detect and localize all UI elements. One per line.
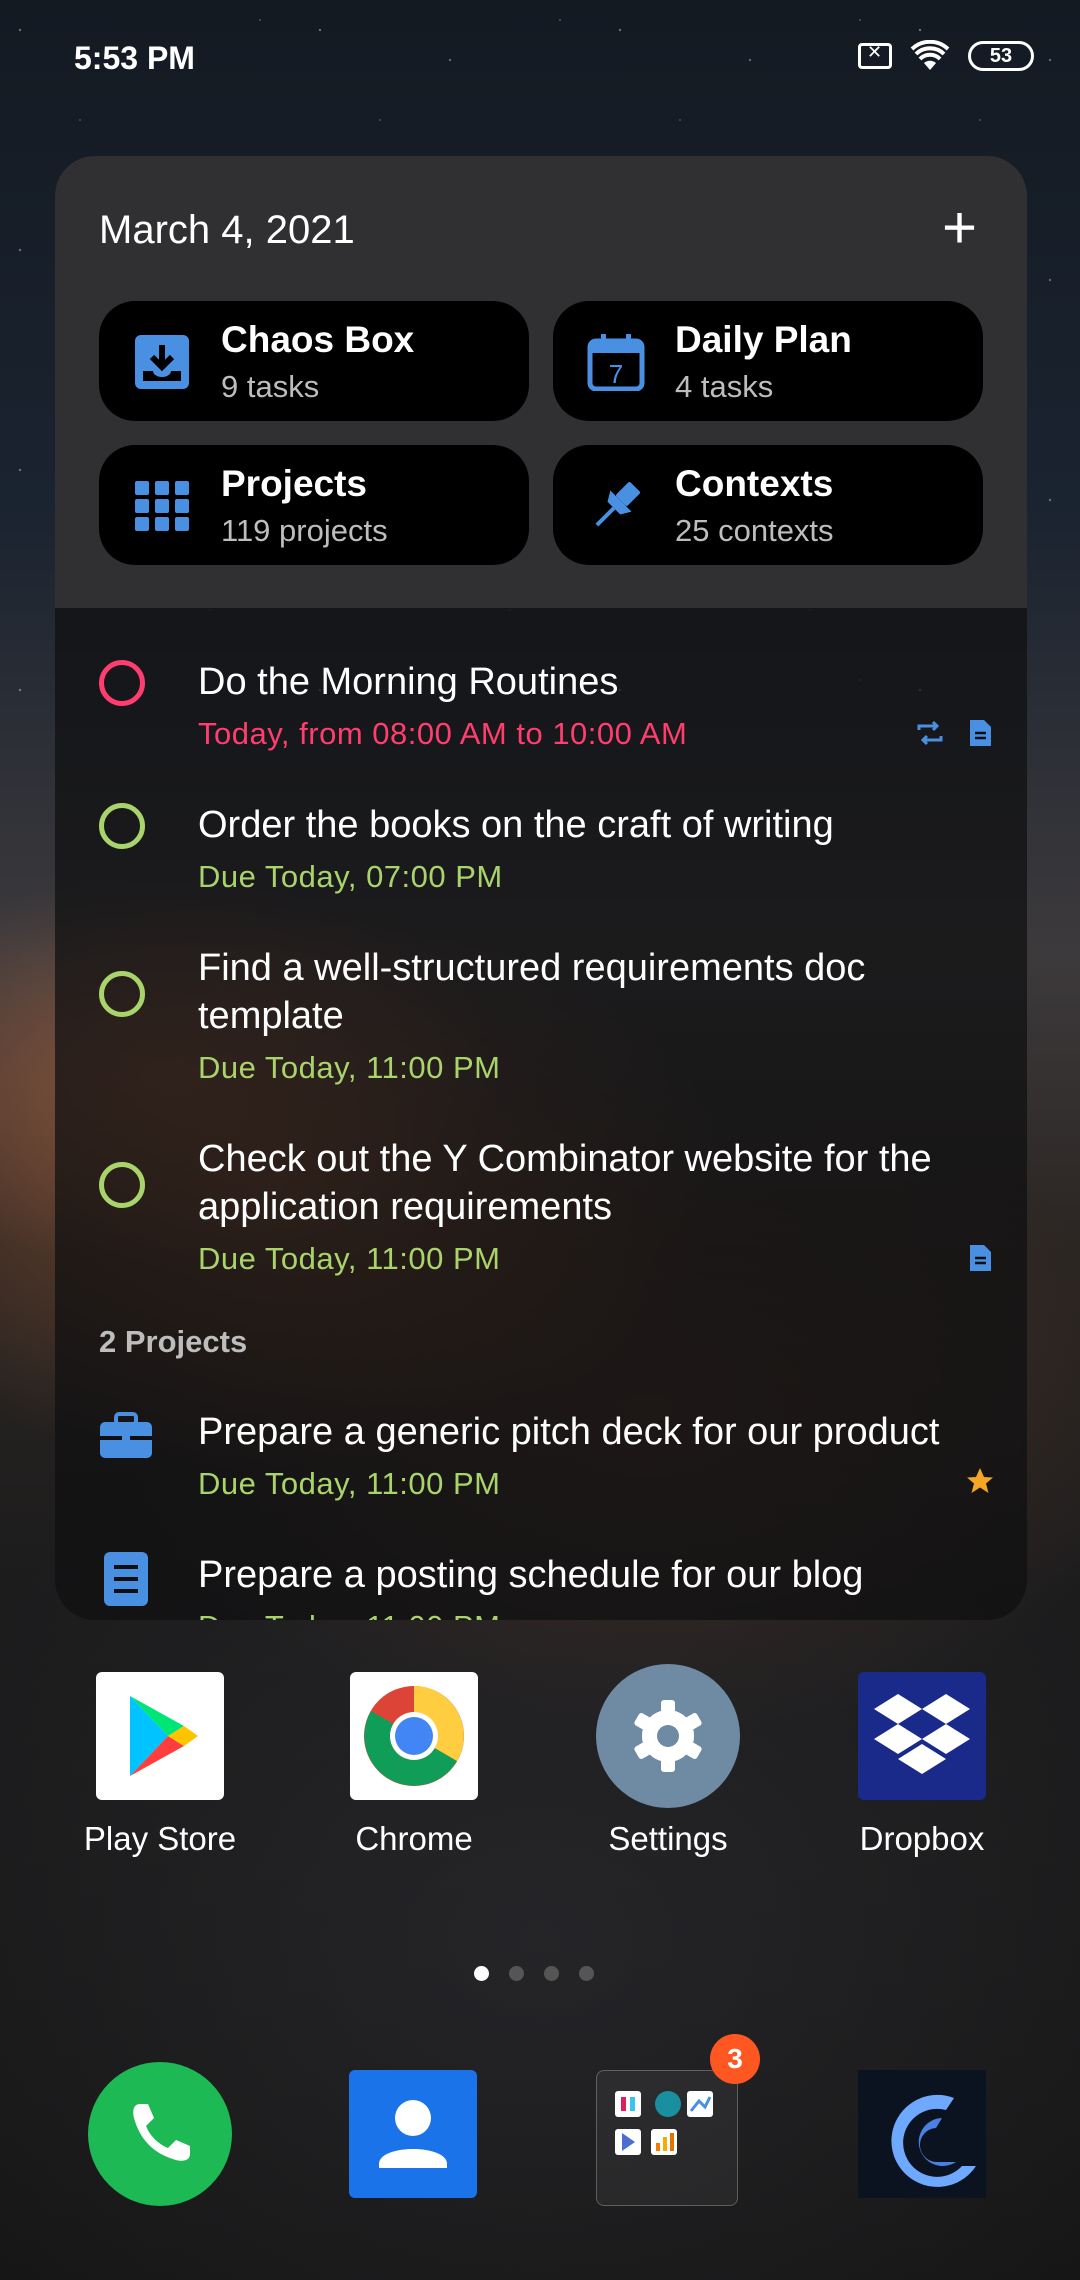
- page-indicator: [474, 1966, 594, 1981]
- task-title: Do the Morning Routines: [198, 661, 619, 703]
- task-due: Due Today, 11:00 PM: [198, 1241, 501, 1276]
- project-row[interactable]: Prepare a generic pitch deck for our pro…: [55, 1398, 1027, 1518]
- task-row[interactable]: Find a well-structured requirements doc …: [55, 934, 1027, 1104]
- app-dropbox[interactable]: Dropbox: [822, 1672, 1022, 1858]
- task-checkbox[interactable]: [99, 1162, 145, 1208]
- app-folder[interactable]: [596, 2070, 738, 2206]
- gear-icon: [596, 1664, 740, 1808]
- task-title: Check out the Y Combinator website for t…: [198, 1138, 932, 1228]
- project-title: Prepare a generic pitch deck for our pro…: [198, 1411, 940, 1453]
- tile-chaos-box[interactable]: Chaos Box 9 tasks: [99, 301, 529, 421]
- task-row[interactable]: Check out the Y Combinator website for t…: [55, 1125, 1027, 1295]
- inbox-download-icon: [135, 335, 189, 389]
- widget-header: March 4, 2021 + Chaos Box 9 tasks 7 Dail…: [55, 156, 1027, 608]
- app-label: Chrome: [355, 1820, 473, 1857]
- task-due: Today, from 08:00 AM to 10:00 AM: [198, 716, 688, 751]
- app-play-store[interactable]: Play Store: [60, 1672, 260, 1858]
- notification-badge: 3: [710, 2034, 760, 2084]
- project-due: Due Today, 11:00 PM: [198, 1609, 500, 1620]
- tile-title: Contexts: [675, 463, 834, 504]
- wifi-icon: [910, 40, 950, 70]
- page-dot[interactable]: [544, 1966, 559, 1981]
- dropbox-icon: [858, 1672, 986, 1800]
- briefcase-icon: [100, 1412, 152, 1458]
- status-bar: 5:53 PM 53: [0, 0, 1080, 120]
- page-dot[interactable]: [579, 1966, 594, 1981]
- tile-subtitle: 4 tasks: [675, 369, 774, 404]
- note-icon: [970, 1245, 991, 1271]
- task-due: Due Today, 11:00 PM: [198, 1050, 501, 1085]
- tile-title: Chaos Box: [221, 319, 415, 360]
- pin-icon: [595, 482, 640, 527]
- status-time: 5:53 PM: [74, 40, 195, 76]
- grid-icon: [135, 481, 189, 531]
- tile-title: Projects: [221, 463, 368, 504]
- app-label: Dropbox: [859, 1820, 985, 1857]
- tile-subtitle: 9 tasks: [221, 369, 320, 404]
- task-row[interactable]: Order the books on the craft of writing …: [55, 791, 1027, 911]
- svg-text:7: 7: [609, 359, 623, 389]
- task-row[interactable]: Do the Morning Routines Today, from 08:0…: [55, 648, 1027, 768]
- task-list: Do the Morning Routines Today, from 08:0…: [55, 608, 1027, 1620]
- calendar-7-icon: 7: [587, 334, 645, 391]
- add-task-button[interactable]: +: [942, 198, 977, 258]
- crescent-app-icon[interactable]: [858, 2070, 986, 2198]
- task-checkbox[interactable]: [99, 660, 145, 706]
- tile-subtitle: 25 contexts: [675, 513, 834, 548]
- tile-daily-plan[interactable]: 7 Daily Plan 4 tasks: [553, 301, 983, 421]
- repeat-icon: [917, 720, 943, 746]
- app-chrome[interactable]: Chrome: [314, 1672, 514, 1858]
- task-title: Find a well-structured requirements doc …: [198, 947, 866, 1037]
- task-checkbox[interactable]: [99, 803, 145, 849]
- page-dot[interactable]: [509, 1966, 524, 1981]
- note-icon: [970, 720, 991, 746]
- tasks-widget: March 4, 2021 + Chaos Box 9 tasks 7 Dail…: [55, 156, 1027, 1620]
- page-dot[interactable]: [474, 1966, 489, 1981]
- play-store-icon: [96, 1672, 224, 1800]
- battery-indicator: 53: [968, 41, 1034, 71]
- project-row[interactable]: Prepare a posting schedule for our blog …: [55, 1541, 1027, 1620]
- app-label: Settings: [608, 1820, 728, 1857]
- project-title: Prepare a posting schedule for our blog: [198, 1554, 864, 1596]
- app-label: Play Store: [83, 1820, 237, 1857]
- no-sim-icon: [858, 42, 892, 69]
- star-icon: [967, 1468, 993, 1493]
- tile-contexts[interactable]: Contexts 25 contexts: [553, 445, 983, 565]
- tile-projects[interactable]: Projects 119 projects: [99, 445, 529, 565]
- phone-icon[interactable]: [88, 2062, 232, 2206]
- task-due: Due Today, 07:00 PM: [198, 859, 503, 894]
- tile-title: Daily Plan: [675, 319, 852, 360]
- document-list-icon: [104, 1552, 148, 1606]
- project-due: Due Today, 11:00 PM: [198, 1466, 501, 1501]
- tile-subtitle: 119 projects: [221, 513, 388, 548]
- app-settings[interactable]: Settings: [568, 1664, 768, 1858]
- task-title: Order the books on the craft of writing: [198, 804, 834, 846]
- task-checkbox[interactable]: [99, 971, 145, 1017]
- widget-date: March 4, 2021: [99, 208, 355, 252]
- contacts-icon[interactable]: [349, 2070, 477, 2198]
- chrome-icon: [350, 1672, 478, 1800]
- section-header: 2 Projects: [99, 1324, 248, 1359]
